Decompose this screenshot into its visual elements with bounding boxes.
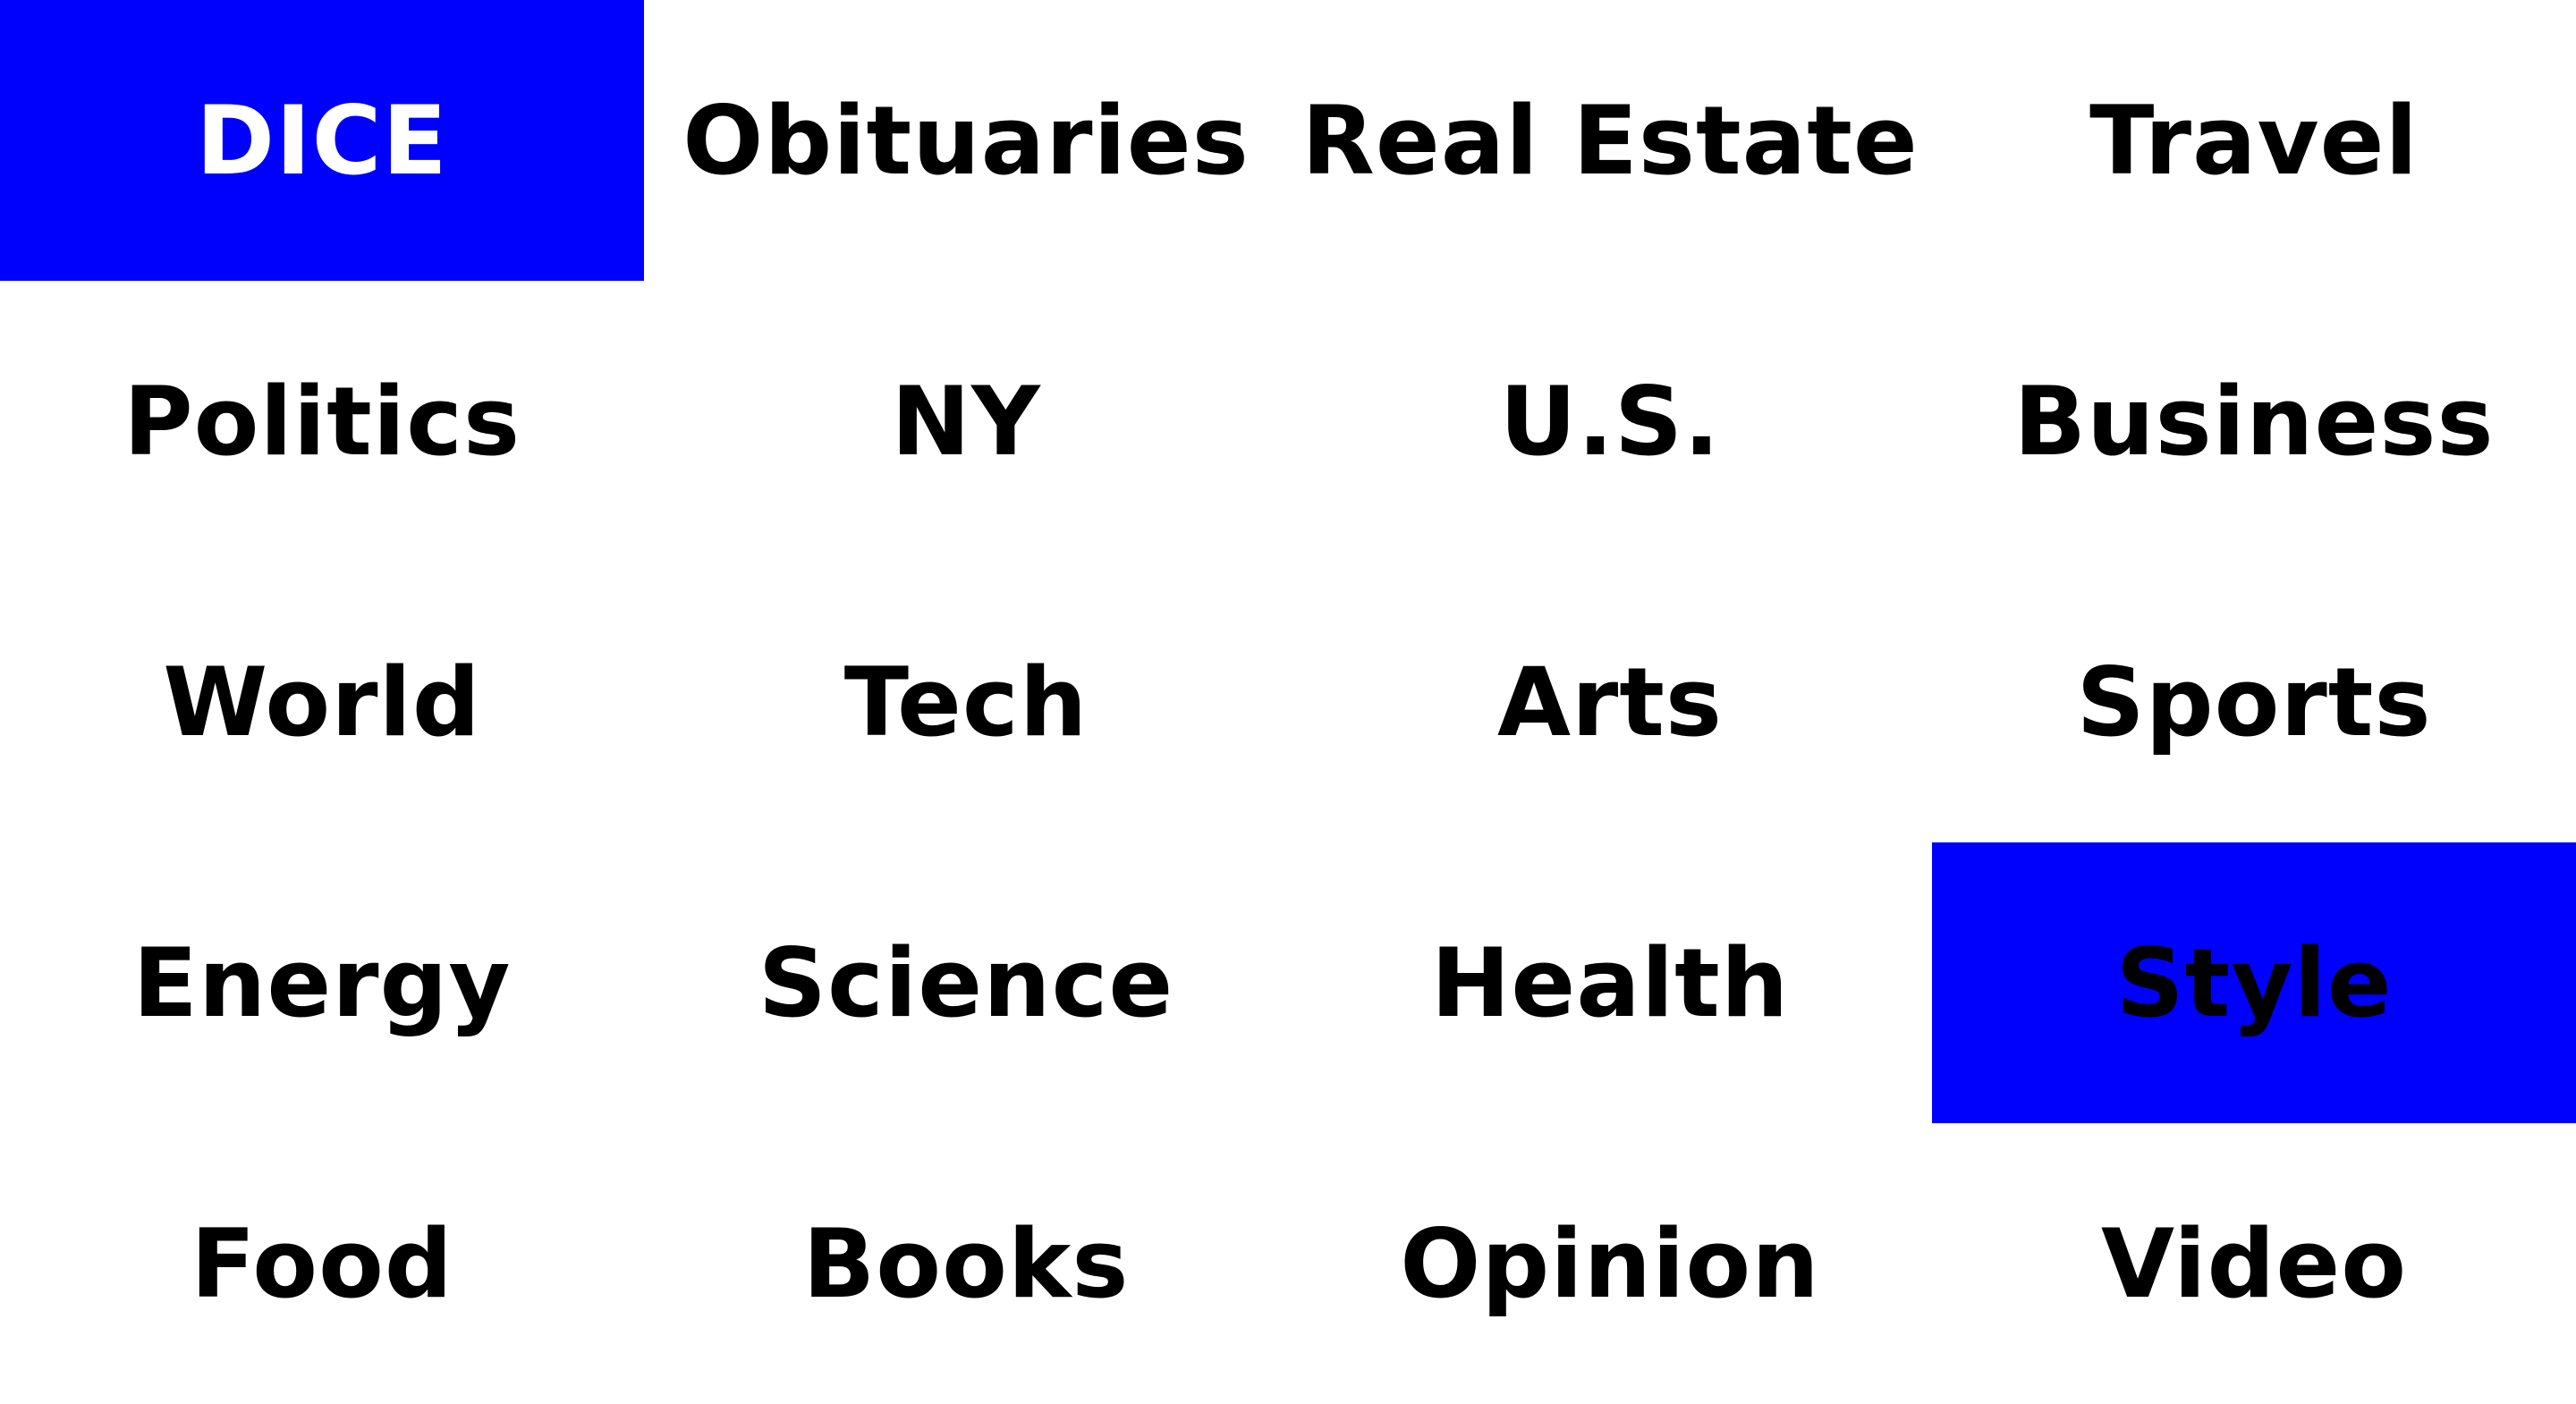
section-health-label: Health	[1430, 927, 1790, 1038]
section-ny-label: NY	[891, 366, 1041, 477]
section-grid: DICE Obituaries Real Estate Travel Polit…	[0, 0, 2576, 1404]
section-business-label: Business	[2013, 366, 2495, 477]
section-dice[interactable]: DICE	[0, 0, 644, 281]
section-world-label: World	[163, 647, 481, 757]
section-obituaries-label: Obituaries	[682, 85, 1250, 196]
section-health[interactable]: Health	[1288, 842, 1932, 1123]
section-science-label: Science	[758, 927, 1174, 1038]
section-world[interactable]: World	[0, 562, 644, 842]
section-style-label: Style	[2115, 927, 2393, 1038]
section-real-estate[interactable]: Real Estate	[1288, 0, 1932, 281]
section-us[interactable]: U.S.	[1288, 281, 1932, 562]
section-opinion-label: Opinion	[1400, 1208, 1820, 1319]
section-business[interactable]: Business	[1932, 281, 2576, 562]
section-politics-label: Politics	[123, 366, 521, 477]
section-energy-label: Energy	[132, 927, 512, 1038]
section-style[interactable]: Style	[1932, 842, 2576, 1123]
section-video[interactable]: Video	[1932, 1123, 2576, 1404]
section-books[interactable]: Books	[644, 1123, 1288, 1404]
section-tech[interactable]: Tech	[644, 562, 1288, 842]
section-obituaries[interactable]: Obituaries	[644, 0, 1288, 281]
section-travel[interactable]: Travel	[1932, 0, 2576, 281]
section-us-label: U.S.	[1499, 366, 1721, 477]
section-ny[interactable]: NY	[644, 281, 1288, 562]
section-opinion[interactable]: Opinion	[1288, 1123, 1932, 1404]
section-energy[interactable]: Energy	[0, 842, 644, 1123]
section-sports-label: Sports	[2076, 647, 2432, 757]
section-food-label: Food	[191, 1208, 453, 1319]
section-food[interactable]: Food	[0, 1123, 644, 1404]
section-travel-label: Travel	[2089, 85, 2419, 196]
section-politics[interactable]: Politics	[0, 281, 644, 562]
section-video-label: Video	[2100, 1208, 2408, 1319]
section-dice-label: DICE	[196, 85, 448, 196]
section-real-estate-label: Real Estate	[1301, 85, 1919, 196]
section-tech-label: Tech	[843, 647, 1089, 757]
section-science[interactable]: Science	[644, 842, 1288, 1123]
section-sports[interactable]: Sports	[1932, 562, 2576, 842]
section-arts-label: Arts	[1496, 647, 1724, 757]
section-arts[interactable]: Arts	[1288, 562, 1932, 842]
section-books-label: Books	[802, 1208, 1130, 1319]
